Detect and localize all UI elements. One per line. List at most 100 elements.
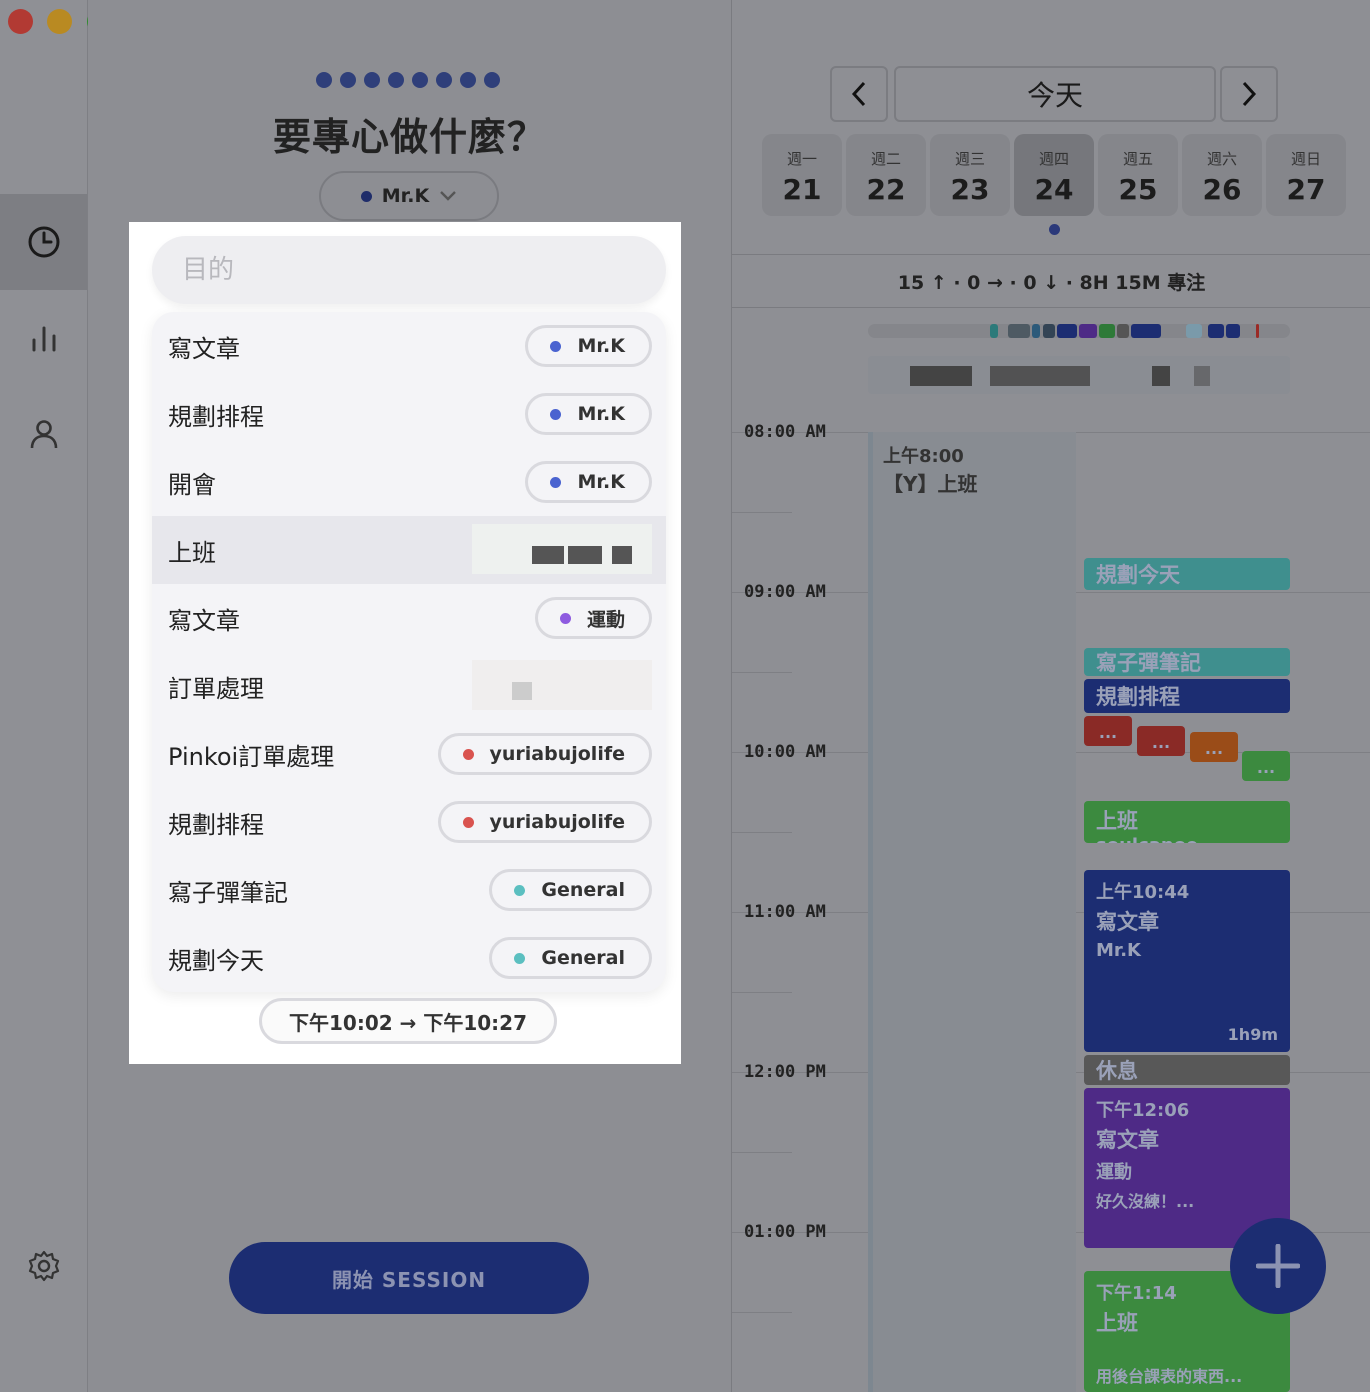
event-write-article-1[interactable]: 上午10:44 寫文章 Mr.K 1h9m	[1084, 870, 1290, 1052]
project-tag-label: yuriabujolife	[489, 743, 626, 765]
project-tag: Mr.K	[525, 325, 652, 367]
project-color-dot	[550, 476, 562, 488]
event-title: 寫文章	[1096, 910, 1159, 934]
sidebar-item-profile[interactable]	[0, 386, 87, 482]
day-number: 24	[1034, 173, 1074, 206]
event-rest[interactable]: 休息	[1084, 1055, 1290, 1085]
hour-label: 01:00 PM	[744, 1222, 826, 1242]
gear-icon	[28, 1250, 59, 1282]
weekday-label: 週一	[786, 150, 817, 168]
project-color-dot	[462, 748, 474, 760]
session-dots	[316, 72, 500, 88]
weekday-label: 週日	[1290, 150, 1321, 168]
project-color-dot	[462, 816, 474, 828]
event-bullet-journal[interactable]: 寫子彈筆記	[1084, 648, 1290, 676]
day-26[interactable]: 週六 26	[1182, 134, 1262, 216]
event-title: 寫文章	[1096, 1128, 1159, 1152]
purpose-name: 開會	[168, 470, 216, 499]
purpose-name: 訂單處理	[168, 674, 264, 703]
event-work-block[interactable]: 上午8:00 【Y】上班	[868, 432, 1076, 1392]
event-project: 運動	[1096, 1162, 1132, 1183]
event-plan-today[interactable]: 規劃今天	[1084, 558, 1290, 590]
purpose-list-item[interactable]: 規劃排程 Mr.K	[152, 380, 666, 448]
day-timeline-strip	[868, 324, 1290, 338]
hour-label: 11:00 AM	[744, 902, 826, 922]
project-tag-label: yuriabujolife	[489, 811, 626, 833]
event-work[interactable]: 上班 soulcanoe	[1084, 801, 1290, 843]
purpose-list-item[interactable]: 寫文章 運動	[152, 584, 666, 652]
project-selector[interactable]: Mr.K	[319, 171, 499, 221]
weekday-label: 週五	[1122, 150, 1153, 168]
today-indicator	[1049, 224, 1060, 235]
event-more-4[interactable]: ...	[1242, 751, 1290, 781]
project-tag: General	[489, 869, 652, 911]
redacted-tag	[472, 660, 652, 710]
day-21[interactable]: 週一 21	[762, 134, 842, 216]
half-hour-line	[732, 1152, 792, 1153]
plus-icon	[1256, 1244, 1300, 1288]
event-duration: 1h9m	[1227, 1025, 1278, 1044]
purpose-list: 寫文章 Mr.K 規劃排程 Mr.K 開會 Mr.K 上班 寫文章 運動 訂單處理 Pinkoi訂單…	[152, 312, 666, 992]
project-tag: 運動	[534, 597, 652, 639]
purpose-list-item[interactable]: 規劃今天 General	[152, 924, 666, 992]
today-button[interactable]: 今天	[894, 66, 1216, 122]
purpose-picker-modal: 寫文章Mr.K規劃排程Mr.K開會Mr.K上班寫文章運動訂單處理Pinkoi訂單…	[129, 222, 681, 1064]
purpose-list-item[interactable]: Pinkoi訂單處理 yuriabujolife	[152, 720, 666, 788]
hour-label: 08:00 AM	[744, 422, 826, 442]
day-number: 23	[950, 173, 990, 206]
event-title: 【Y】上班	[883, 472, 978, 496]
day-25[interactable]: 週五 25	[1098, 134, 1178, 216]
prev-week-button[interactable]	[830, 66, 888, 122]
purpose-name: 規劃排程	[168, 810, 264, 839]
purpose-list-item[interactable]: 規劃排程 yuriabujolife	[152, 788, 666, 856]
purpose-input[interactable]	[152, 236, 666, 304]
window-minimize-button[interactable]	[47, 9, 72, 34]
purpose-name: 規劃今天	[168, 946, 264, 975]
project-tag-label: Mr.K	[577, 335, 625, 357]
project-tag: Mr.K	[525, 461, 652, 503]
purpose-list-item[interactable]: 寫子彈筆記 General	[152, 856, 666, 924]
purpose-name: 寫文章	[168, 606, 240, 635]
day-number: 27	[1286, 173, 1326, 206]
half-hour-line	[732, 832, 792, 833]
weekday-label: 週三	[954, 150, 985, 168]
calendar-panel: 今天 週一 21 週二 22 週三 23 週四 24 週五 25 週六 26 週日 27 15 ↑ · 0…	[731, 0, 1370, 1392]
event-title: 上班	[1096, 809, 1138, 833]
event-plan-schedule[interactable]: 規劃排程	[1084, 679, 1290, 713]
purpose-name: 寫文章	[168, 334, 240, 363]
sidebar-item-stats[interactable]	[0, 290, 87, 386]
start-session-button[interactable]: 開始 SESSION	[229, 1242, 589, 1314]
hour-label: 10:00 AM	[744, 742, 826, 762]
next-week-button[interactable]	[1220, 66, 1278, 122]
project-color-dot	[550, 340, 562, 352]
add-event-button[interactable]	[1230, 1218, 1326, 1314]
project-tag-label: Mr.K	[577, 471, 625, 493]
window-close-button[interactable]	[8, 9, 33, 34]
sidebar-item-settings[interactable]	[0, 1218, 87, 1314]
time-range[interactable]: 下午10:02 → 下午10:27	[259, 998, 557, 1044]
day-22[interactable]: 週二 22	[846, 134, 926, 216]
day-24[interactable]: 週四 24	[1014, 134, 1094, 216]
clock-icon	[28, 226, 59, 258]
purpose-name: Pinkoi訂單處理	[168, 742, 335, 771]
day-27[interactable]: 週日 27	[1266, 134, 1346, 216]
purpose-name: 上班	[168, 538, 216, 567]
user-icon	[30, 420, 57, 449]
purpose-list-item[interactable]: 上班	[152, 516, 666, 584]
event-subtitle: soulcanoe	[1084, 835, 1290, 843]
weekday-label: 週二	[870, 150, 901, 168]
chevron-down-icon	[440, 191, 457, 201]
event-more-2[interactable]: ...	[1137, 726, 1185, 756]
purpose-list-item[interactable]: 開會 Mr.K	[152, 448, 666, 516]
day-number: 25	[1118, 173, 1158, 206]
event-more-1[interactable]: ...	[1084, 716, 1132, 746]
purpose-list-item[interactable]: 訂單處理	[152, 652, 666, 720]
bar-chart-icon	[32, 326, 55, 352]
day-23[interactable]: 週三 23	[930, 134, 1010, 216]
sidebar-item-timer[interactable]	[0, 194, 87, 290]
purpose-list-item[interactable]: 寫文章 Mr.K	[152, 312, 666, 380]
project-tag-label: General	[541, 879, 625, 901]
hour-label: 12:00 PM	[744, 1062, 826, 1082]
event-more-3[interactable]: ...	[1190, 732, 1238, 762]
event-project: Mr.K	[1096, 940, 1142, 961]
